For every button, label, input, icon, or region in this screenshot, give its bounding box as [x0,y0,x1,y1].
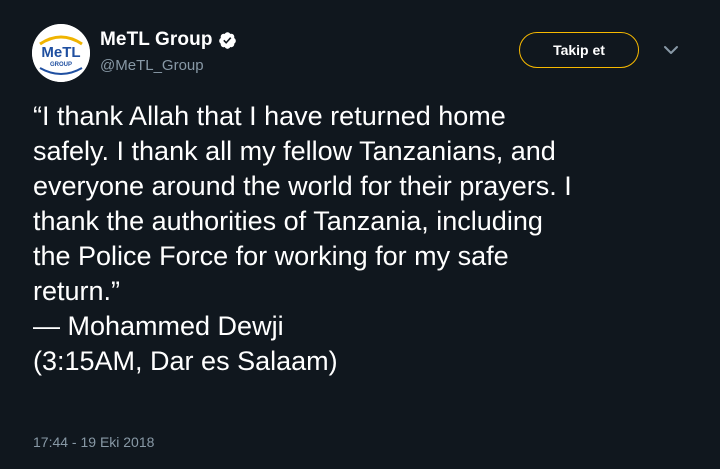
tweet-line: — Mohammed Dewji [33,311,284,341]
follow-button[interactable]: Takip et [519,32,639,68]
tweet-line: (3:15AM, Dar es Salaam) [33,346,338,376]
tweet-text: “I thank Allah that I have returned home… [33,99,693,379]
metl-logo: MeTL GROUP [32,24,90,82]
svg-text:MeTL: MeTL [41,44,80,61]
account-handle[interactable]: @MeTL_Group [100,57,237,74]
tweet-line: the Police Force for working for my safe [33,241,509,271]
account-info: MeTL Group @MeTL_Group [100,28,237,74]
avatar[interactable]: MeTL GROUP [32,24,90,82]
tweet-card: MeTL GROUP MeTL Group @MeTL_Group Takip … [0,0,720,469]
chevron-down-icon[interactable] [661,42,681,58]
tweet-line: “I thank Allah that I have returned home [33,101,506,131]
tweet-line: thank the authorities of Tanzania, inclu… [33,206,543,236]
verified-badge-icon [218,31,237,50]
tweet-line: return.” [33,276,121,306]
display-name[interactable]: MeTL Group [100,29,213,51]
tweet-line: everyone around the world for their pray… [33,171,572,201]
svg-text:GROUP: GROUP [50,62,72,68]
tweet-line: safely. I thank all my fellow Tanzanians… [33,136,556,166]
tweet-timestamp[interactable]: 17:44 - 19 Eki 2018 [33,434,154,450]
